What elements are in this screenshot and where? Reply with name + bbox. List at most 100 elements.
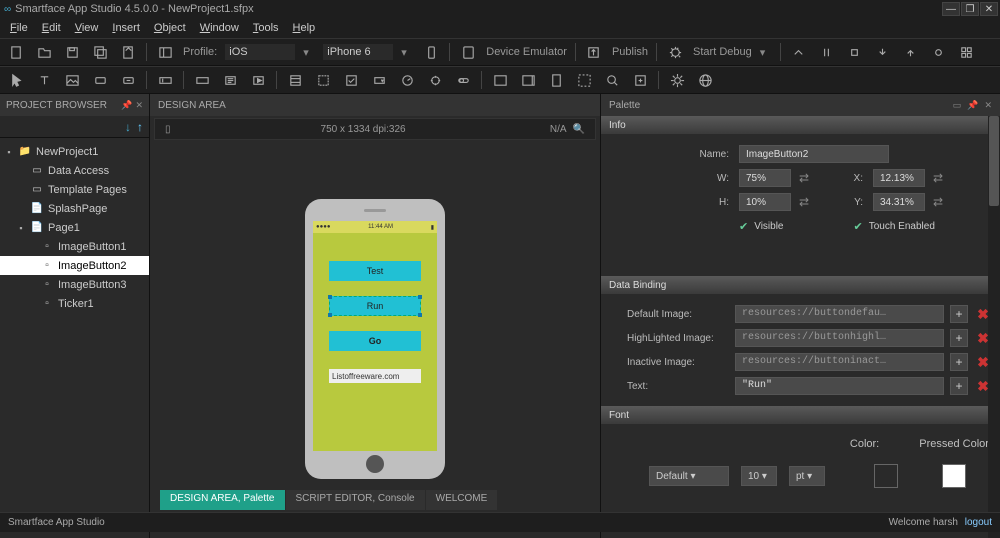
menu-help[interactable]: Help <box>287 20 322 36</box>
stop-icon[interactable] <box>845 42 865 62</box>
device-mini-icon[interactable]: ▯ <box>165 124 171 135</box>
emulator-label[interactable]: Device Emulator <box>486 46 567 58</box>
emulator-icon[interactable] <box>458 42 478 62</box>
resize-handle[interactable] <box>418 313 422 317</box>
add-button[interactable]: + <box>950 377 968 395</box>
imagebutton-test[interactable]: Test <box>329 261 421 281</box>
tab-script-console[interactable]: SCRIPT EDITOR, Console <box>286 490 425 510</box>
slider-icon[interactable] <box>397 70 417 90</box>
highlighted-image-value[interactable]: resources://buttonhighl… <box>735 329 944 347</box>
sync-icon[interactable]: ⇄ <box>929 195 947 209</box>
publish-label[interactable]: Publish <box>612 46 648 58</box>
color-swatch[interactable] <box>874 464 898 488</box>
editbox-icon[interactable] <box>155 70 175 90</box>
publish-icon[interactable] <box>584 42 604 62</box>
image-icon[interactable] <box>62 70 82 90</box>
visible-checkbox[interactable]: ✔Visible <box>739 220 784 233</box>
tree-item-imagebutton2[interactable]: ▫ImageButton2 <box>0 256 149 275</box>
text-value[interactable]: "Run" <box>735 377 944 395</box>
tree-item-templatepages[interactable]: ▭Template Pages <box>0 180 149 199</box>
repeat-icon[interactable] <box>285 70 305 90</box>
palette-scrollbar[interactable] <box>988 116 1000 538</box>
zoom-icon[interactable]: 🔍 <box>573 124 585 135</box>
layout-icon[interactable] <box>155 42 175 62</box>
select-icon[interactable] <box>313 70 333 90</box>
tree-item-imagebutton3[interactable]: ▫ImageButton3 <box>0 275 149 294</box>
chevron-down-icon[interactable]: ▾ <box>760 46 772 59</box>
new-icon[interactable] <box>6 42 26 62</box>
debug-label[interactable]: Start Debug <box>693 46 752 58</box>
add-button[interactable]: + <box>950 353 968 371</box>
orientation-icon[interactable] <box>421 42 441 62</box>
w-input[interactable] <box>739 169 791 187</box>
imagebutton-go[interactable]: Go <box>329 331 421 351</box>
profile-select[interactable]: iOS <box>225 44 295 60</box>
activity-icon[interactable] <box>425 70 445 90</box>
imagebutton-run-selected[interactable]: Run <box>329 296 421 316</box>
sync-icon[interactable]: ⇄ <box>929 171 947 185</box>
pause-icon[interactable] <box>817 42 837 62</box>
step-into-icon[interactable] <box>873 42 893 62</box>
tree-root[interactable]: ▪📁NewProject1 <box>0 142 149 161</box>
device-select[interactable]: iPhone 6 <box>323 44 393 60</box>
inactive-image-value[interactable]: resources://buttoninact… <box>735 353 944 371</box>
resize-handle[interactable] <box>418 295 422 299</box>
menu-window[interactable]: Window <box>194 20 245 36</box>
close-icon[interactable]: ✕ <box>984 100 992 111</box>
font-family-select[interactable]: Default ▾ <box>649 466 729 486</box>
save-icon[interactable] <box>62 42 82 62</box>
close-button[interactable]: ✕ <box>980 2 998 16</box>
label-icon[interactable] <box>220 70 240 90</box>
page-icon[interactable] <box>546 70 566 90</box>
zoom-icon[interactable] <box>602 70 622 90</box>
font-size-select[interactable]: 10 ▾ <box>741 466 777 486</box>
step-out-icon[interactable] <box>901 42 921 62</box>
step-over-icon[interactable] <box>789 42 809 62</box>
video-icon[interactable] <box>248 70 268 90</box>
touch-checkbox[interactable]: ✔Touch Enabled <box>854 220 935 233</box>
pressed-color-swatch[interactable] <box>942 464 966 488</box>
button-icon[interactable] <box>90 70 110 90</box>
export-icon[interactable] <box>118 42 138 62</box>
maximize-button[interactable]: ❐ <box>961 2 979 16</box>
open-icon[interactable] <box>34 42 54 62</box>
container-icon[interactable] <box>490 70 510 90</box>
pin-icon[interactable]: 📌 <box>121 100 132 111</box>
close-icon[interactable]: ✕ <box>135 100 143 111</box>
ticker[interactable]: Listoffreeware.com <box>329 369 421 383</box>
logout-link[interactable]: logout <box>965 517 992 528</box>
scrollbar-thumb[interactable] <box>989 116 999 206</box>
pin-icon[interactable]: 📌 <box>967 100 978 111</box>
arrow-up-icon[interactable]: ↑ <box>137 120 143 134</box>
tree-item-dataaccess[interactable]: ▭Data Access <box>0 161 149 180</box>
menu-file[interactable]: File <box>4 20 34 36</box>
text-icon[interactable] <box>34 70 54 90</box>
menu-insert[interactable]: Insert <box>106 20 146 36</box>
add-button[interactable]: + <box>950 329 968 347</box>
add-button[interactable]: + <box>950 305 968 323</box>
h-input[interactable] <box>739 193 791 211</box>
dock-icon[interactable]: ▭ <box>953 100 962 111</box>
tab-welcome[interactable]: WELCOME <box>426 490 498 510</box>
textbutton-icon[interactable] <box>118 70 138 90</box>
tree-item-imagebutton1[interactable]: ▫ImageButton1 <box>0 237 149 256</box>
menu-tools[interactable]: Tools <box>247 20 285 36</box>
breakpoint-icon[interactable] <box>929 42 949 62</box>
name-input[interactable] <box>739 145 889 163</box>
tree-item-ticker1[interactable]: ▫Ticker1 <box>0 294 149 313</box>
tab-design-palette[interactable]: DESIGN AREA, Palette <box>160 490 285 510</box>
menu-edit[interactable]: Edit <box>36 20 67 36</box>
resize-handle[interactable] <box>328 313 332 317</box>
menu-object[interactable]: Object <box>148 20 192 36</box>
menu-view[interactable]: View <box>69 20 105 36</box>
canvas-icon[interactable] <box>574 70 594 90</box>
section-databinding[interactable]: Data Binding <box>601 276 1000 294</box>
resize-handle[interactable] <box>328 295 332 299</box>
import-icon[interactable] <box>630 70 650 90</box>
grid-icon[interactable] <box>957 42 977 62</box>
switch-icon[interactable] <box>453 70 473 90</box>
default-image-value[interactable]: resources://buttondefau… <box>735 305 944 323</box>
chevron-down-icon[interactable]: ▾ <box>401 46 413 59</box>
scroll-icon[interactable] <box>518 70 538 90</box>
gear-icon[interactable] <box>667 70 687 90</box>
